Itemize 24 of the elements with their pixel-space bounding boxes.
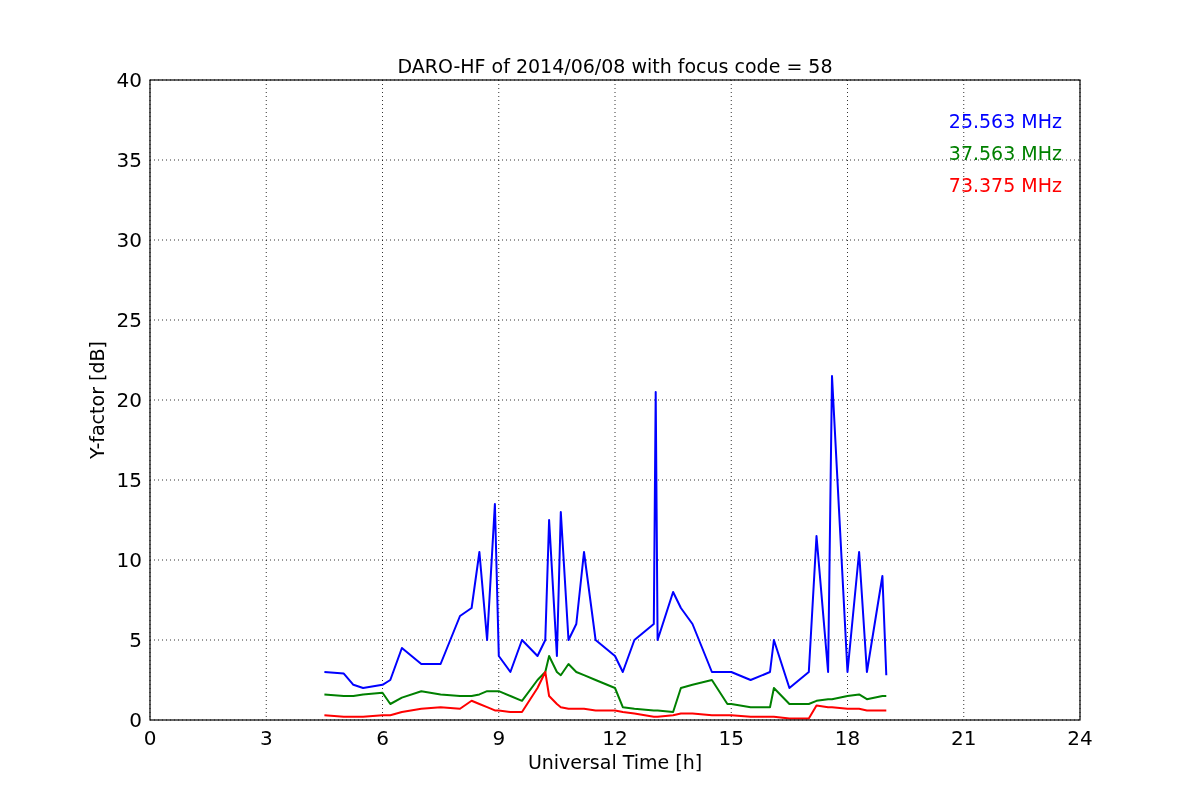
x-tick-label: 9 [492, 726, 506, 750]
x-tick-label: 12 [602, 726, 628, 750]
legend-label: 25.563 MHz [948, 110, 1062, 132]
x-tick-label: 0 [143, 726, 157, 750]
y-tick-label: 0 [129, 708, 142, 732]
y-tick-label: 35 [116, 148, 142, 172]
x-tick-label: 18 [834, 726, 861, 750]
y-tick-label: 25 [116, 308, 142, 332]
legend-label: 37.563 MHz [948, 142, 1062, 164]
y-tick-label: 20 [116, 388, 142, 412]
y-tick-label: 10 [116, 548, 142, 572]
x-axis-label: Universal Time [h] [527, 751, 703, 773]
y-tick-label: 15 [116, 468, 142, 492]
chart-title: DARO-HF of 2014/06/08 with focus code = 58 [397, 55, 833, 77]
y-axis-label: Y-factor [dB] [86, 341, 108, 459]
x-tick-label: 21 [951, 726, 977, 750]
y-tick-label: 40 [116, 68, 142, 92]
x-tick-label: 6 [376, 726, 389, 750]
x-tick-label: 24 [1067, 726, 1093, 750]
x-tick-label: 15 [718, 726, 744, 750]
x-tick-label: 3 [259, 726, 273, 750]
y-tick-label: 5 [129, 628, 142, 652]
y-tick-label: 30 [116, 228, 142, 252]
legend-label: 73.375 MHz [948, 174, 1062, 196]
